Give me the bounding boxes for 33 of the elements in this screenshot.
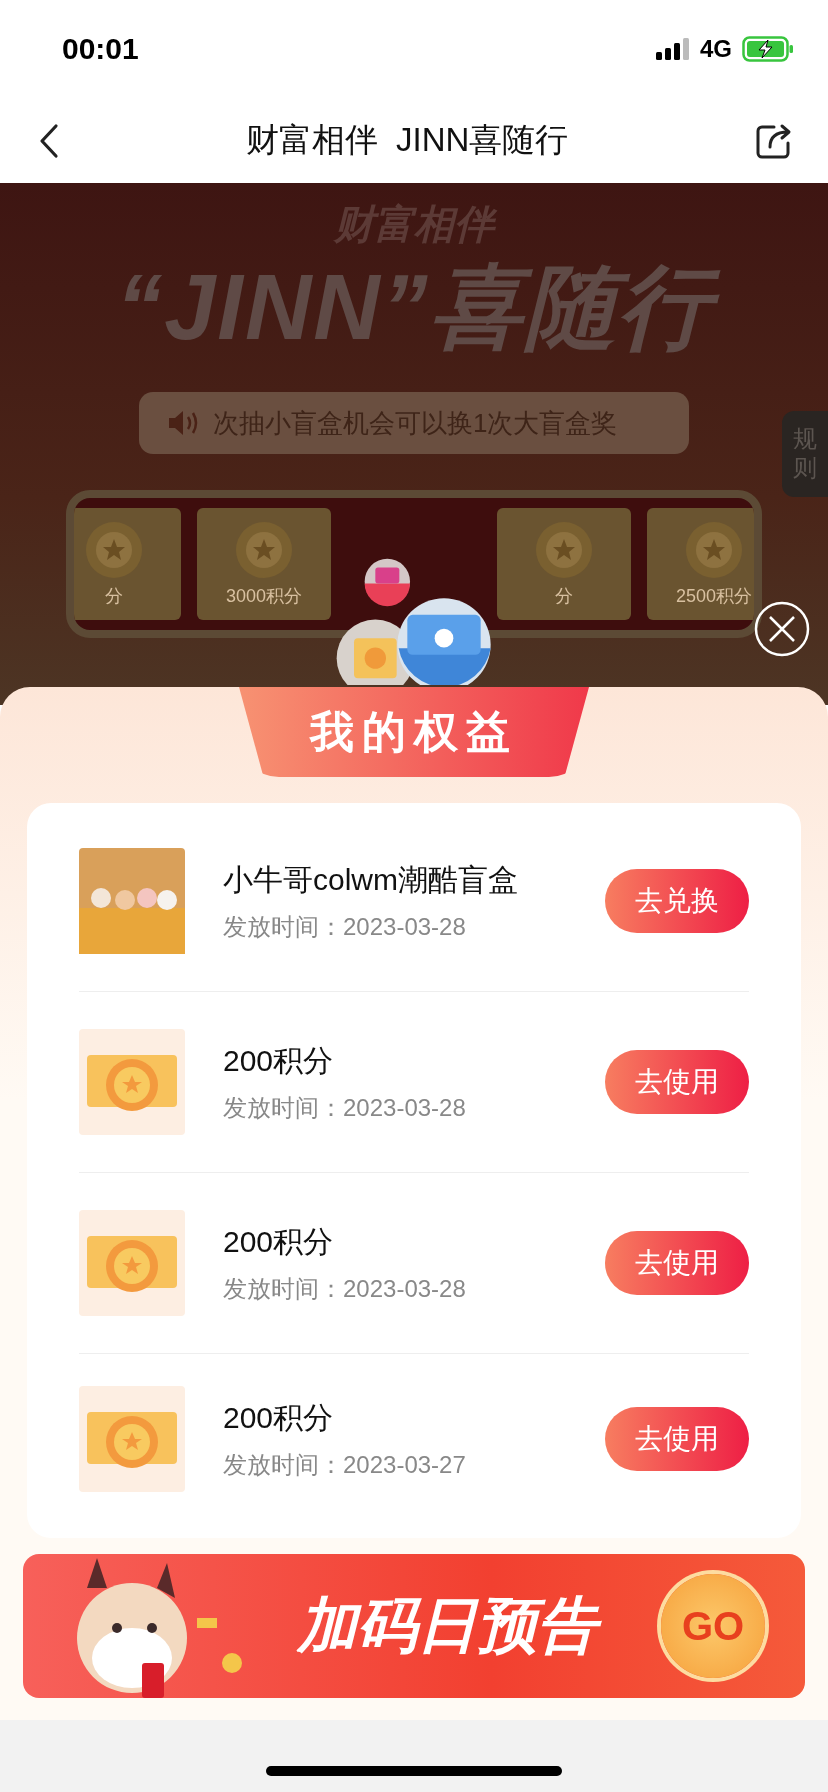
issue-date: 发放时间：2023-03-27 xyxy=(223,1449,467,1480)
network-label: 4G xyxy=(700,35,732,63)
points-coupon-icon xyxy=(79,1029,185,1135)
back-icon[interactable] xyxy=(38,122,60,159)
reward-name: 200积分 xyxy=(223,1223,335,1260)
sheet-title: 我的权益 xyxy=(310,705,518,758)
issue-date: 发放时间：2023-03-28 xyxy=(223,911,467,942)
action-button[interactable]: 去兑换 xyxy=(605,869,749,933)
issue-date: 发放时间：2023-03-28 xyxy=(223,1273,467,1304)
coin-icon xyxy=(684,520,744,581)
points-coupon-icon xyxy=(79,1386,185,1492)
action-button[interactable]: 去使用 xyxy=(605,1050,749,1114)
reward-name: 小牛哥colwm潮酷盲盒 xyxy=(223,861,519,898)
close-icon[interactable] xyxy=(754,601,810,657)
coin-icon xyxy=(534,520,594,581)
action-button[interactable]: 去使用 xyxy=(605,1231,749,1295)
reward-name: 200积分 xyxy=(223,1042,335,1079)
prize-label: 分 xyxy=(555,585,573,609)
action-button[interactable]: 去使用 xyxy=(605,1407,749,1471)
page-title: 财富相伴 JINN喜随行 xyxy=(245,120,569,160)
reward-name: 200积分 xyxy=(223,1399,335,1436)
banner-title: 加码日预告 xyxy=(297,1585,661,1667)
prize-label: 2500积分 xyxy=(675,585,752,609)
signal-icon xyxy=(656,38,690,60)
coin-icon xyxy=(234,520,294,581)
battery-icon xyxy=(742,36,794,62)
prize-label: 3000积分 xyxy=(225,585,302,609)
points-coupon-icon xyxy=(79,1210,185,1316)
issue-date: 发放时间：2023-03-28 xyxy=(223,1092,467,1123)
promo-banner[interactable]: 加码日预告 GO xyxy=(23,1554,805,1698)
status-time: 00:01 xyxy=(62,32,139,66)
coin-icon xyxy=(84,520,144,581)
prize-label: 分 xyxy=(105,585,123,609)
